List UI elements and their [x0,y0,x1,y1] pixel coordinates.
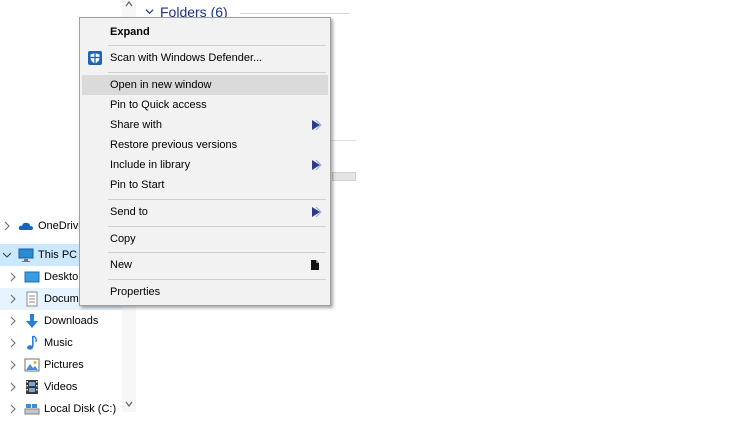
menu-separator [108,252,326,253]
menu-item-properties[interactable]: Properties [82,282,328,302]
music-note-icon [27,335,37,350]
menu-item-scan-defender[interactable]: Scan with Windows Defender... [82,48,328,68]
submenu-arrow-icon [312,206,322,218]
pictures-icon [24,358,40,372]
context-menu: Expand Scan with Windows Defender... Ope… [79,17,331,306]
scroll-down-icon[interactable] [125,400,133,408]
chevron-right-icon[interactable] [8,316,18,326]
menu-item-send-to[interactable]: Send to [82,202,328,222]
menu-item-pin-start[interactable]: Pin to Start [82,175,328,195]
nav-item-label: Videos [44,381,78,393]
menu-item-share-with[interactable]: Share with [82,115,328,135]
menu-item-pin-quick-access[interactable]: Pin to Quick access [82,95,328,115]
menu-separator [108,199,326,200]
menu-separator [108,72,326,73]
chevron-right-icon[interactable] [8,382,18,392]
menu-item-copy[interactable]: Copy [82,229,328,249]
menu-item-label: Expand [110,26,150,38]
computer-icon [18,248,34,262]
menu-item-label: Share with [110,119,162,131]
group-header-divider [240,13,350,14]
documents-icon [26,291,38,307]
menu-item-label: New [110,259,133,271]
menu-item-label: Send to [110,206,148,218]
submenu-arrow-icon [312,159,322,171]
menu-item-label: Scan with Windows Defender... [110,52,263,64]
content-divider [332,140,356,141]
menu-item-label: Pin to Quick access [110,99,207,111]
nav-item-label: OneDrive [38,220,85,232]
nav-item-downloads[interactable]: Downloads [0,310,122,332]
chevron-right-icon[interactable] [8,360,18,370]
desktop-folder-icon [24,271,40,283]
menu-item-new[interactable]: New [82,255,328,275]
menu-item-label: Pin to Start [110,179,165,191]
menu-item-label: Properties [110,286,161,298]
nav-item-label: This PC [38,249,78,261]
chevron-down-icon [145,9,154,15]
nav-item-label: Local Disk (C:) [44,403,117,415]
menu-item-label: Include in library [110,159,191,171]
chevron-right-icon[interactable] [8,294,18,304]
menu-item-open-new-window[interactable]: Open in new window [82,75,328,95]
nav-item-videos[interactable]: Videos [0,376,122,398]
submenu-arrow-icon [312,119,322,131]
nav-item-pictures[interactable]: Pictures [0,354,122,376]
chevron-right-icon[interactable] [8,272,18,282]
chevron-right-icon[interactable] [8,338,18,348]
film-strip-icon [26,380,38,394]
content-strip [332,172,356,181]
menu-item-label: Restore previous versions [110,139,238,151]
nav-item-label: Music [44,337,73,349]
drive-icon [24,404,40,415]
menu-item-label: Open in new window [110,79,212,91]
shield-icon [88,51,102,65]
menu-item-expand[interactable]: Expand [82,22,328,42]
menu-separator [108,45,326,46]
nav-item-music[interactable]: Music [0,332,122,354]
nav-item-label: Downloads [44,315,99,327]
menu-item-restore-versions[interactable]: Restore previous versions [82,135,328,155]
menu-separator [108,279,326,280]
chevron-right-icon[interactable] [8,404,18,414]
menu-item-include-library[interactable]: Include in library [82,155,328,175]
nav-item-label: Docum [44,293,79,305]
submenu-arrow-icon [311,260,319,270]
scroll-up-icon[interactable] [125,0,133,8]
menu-item-label: Copy [110,233,136,245]
nav-item-label: Pictures [44,359,84,371]
download-arrow-icon [26,314,38,328]
nav-item-local-disk[interactable]: Local Disk (C:) [0,398,122,420]
cloud-icon [18,222,33,230]
menu-separator [108,226,326,227]
chevron-right-icon[interactable] [2,221,12,231]
chevron-down-icon[interactable] [2,250,12,260]
